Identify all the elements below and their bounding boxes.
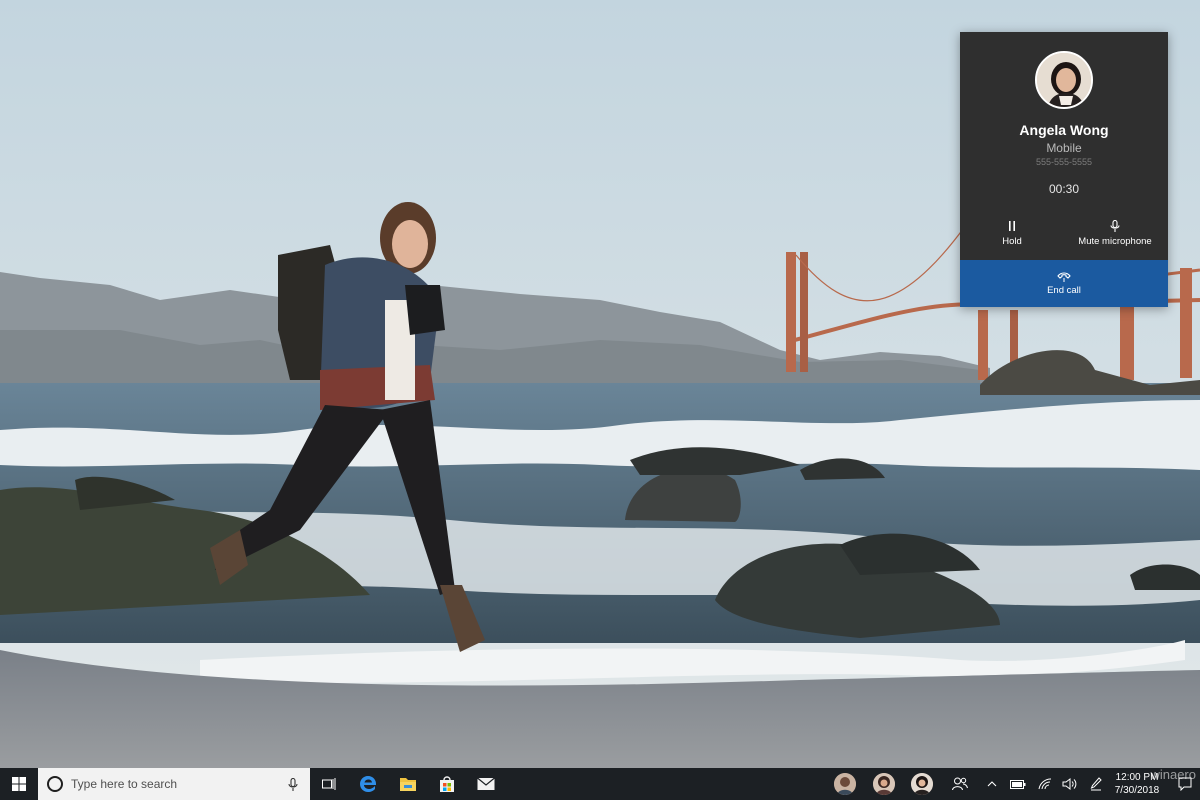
- end-call-label: End call: [1047, 285, 1081, 296]
- mail-taskbar-button[interactable]: [473, 768, 499, 800]
- cortana-icon: [47, 776, 63, 792]
- wifi-icon: [1038, 778, 1052, 790]
- mail-icon: [477, 777, 495, 790]
- pause-icon: [982, 220, 1042, 236]
- caller-avatar: [1035, 51, 1093, 109]
- people-pinned-contact-1[interactable]: [834, 773, 856, 795]
- search-placeholder: Type here to search: [71, 777, 178, 791]
- file-explorer-taskbar-button[interactable]: [395, 768, 421, 800]
- mute-label: Mute microphone: [1078, 236, 1152, 247]
- microphone-icon: [1072, 219, 1158, 236]
- contact-photo-icon: [834, 773, 856, 795]
- people-pinned-contact-3[interactable]: [911, 773, 933, 795]
- people-button[interactable]: [948, 768, 972, 800]
- people-icon: [952, 777, 968, 791]
- mute-microphone-button[interactable]: Mute microphone: [1072, 219, 1158, 252]
- store-icon: [440, 776, 454, 792]
- volume-button[interactable]: [1060, 768, 1080, 800]
- hold-button[interactable]: Hold: [982, 220, 1042, 252]
- store-taskbar-button[interactable]: [434, 768, 460, 800]
- battery-icon: [1010, 779, 1026, 789]
- end-call-button[interactable]: End call: [960, 260, 1168, 307]
- windows-ink-button[interactable]: [1087, 768, 1105, 800]
- hang-up-icon: [960, 271, 1168, 285]
- watermark-text: winaero: [1150, 767, 1196, 782]
- start-button[interactable]: [0, 768, 38, 800]
- edge-icon: [360, 776, 377, 792]
- network-button[interactable]: [1036, 768, 1054, 800]
- caller-photo-icon: [1037, 53, 1091, 107]
- task-view-button[interactable]: [316, 768, 342, 800]
- edge-taskbar-button[interactable]: [355, 768, 381, 800]
- caller-phone-number: 555-555-5555: [1035, 157, 1093, 167]
- taskbar: Type here to search 12:00 PM 7/30/2018: [0, 768, 1200, 800]
- microphone-icon[interactable]: [288, 777, 298, 796]
- call-duration-timer: 00:30: [1048, 182, 1080, 196]
- task-view-icon: [322, 778, 336, 790]
- incoming-call-toast: Angela Wong Mobile 555-555-5555 00:30 Ho…: [960, 32, 1168, 307]
- clock-date: 7/30/2018: [1114, 785, 1160, 796]
- hold-label: Hold: [1002, 236, 1022, 247]
- battery-button[interactable]: [1008, 768, 1028, 800]
- taskbar-search-box[interactable]: Type here to search: [38, 768, 310, 800]
- speaker-icon: [1062, 778, 1077, 790]
- file-explorer-icon: [400, 778, 416, 791]
- contact-photo-icon: [911, 773, 933, 795]
- pen-icon: [1090, 777, 1102, 791]
- contact-photo-icon: [873, 773, 895, 795]
- show-hidden-icons-button[interactable]: [984, 768, 1000, 800]
- people-pinned-contact-2[interactable]: [873, 773, 895, 795]
- caller-name: Angela Wong: [1019, 122, 1109, 138]
- chevron-up-icon: [987, 781, 997, 787]
- caller-phone-type: Mobile: [1046, 141, 1082, 155]
- windows-logo-icon: [12, 777, 26, 791]
